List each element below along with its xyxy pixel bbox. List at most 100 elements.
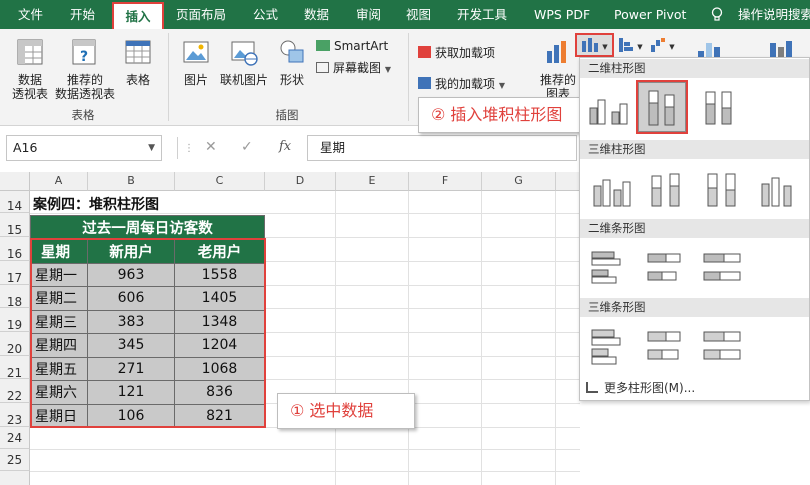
column-header-d[interactable]: D [265,172,336,191]
tell-me-search[interactable]: 操作说明搜索 [738,0,810,29]
smartart-button[interactable]: SmartArt [316,38,388,54]
my-addins-label: 我的加载项 [435,77,496,91]
select-all-corner[interactable] [0,172,30,191]
shapes-button[interactable]: 形状 [274,37,310,87]
picture-label: 图片 [183,73,208,87]
case-title: 案例四：堆积柱形图 [33,197,159,213]
name-box[interactable]: A16 ▼ [6,135,162,161]
row-header-24[interactable]: 24 [0,427,30,449]
smartart-label: SmartArt [334,39,389,53]
cancel-icon[interactable]: ✕ [205,139,217,155]
tab-home[interactable]: 开始 [70,0,95,29]
tab-data[interactable]: 数据 [304,0,329,29]
row-header-14[interactable]: 14 [0,191,30,213]
tab-developer[interactable]: 开发工具 [457,0,507,29]
tab-view[interactable]: 视图 [406,0,431,29]
stacked-bar-icon [647,253,681,281]
tab-power-pivot[interactable]: Power Pivot [614,0,686,29]
percent-stacked-column-icon [705,91,732,125]
shapes-label: 形状 [279,73,304,87]
tab-insert[interactable]: 插入 [112,2,164,29]
clustered-bar-option[interactable] [586,244,634,294]
row-header-21[interactable]: 21 [0,356,30,380]
column-header-b[interactable]: B [88,172,175,191]
formula-value: 星期 [320,140,346,155]
store-icon [418,46,431,58]
waterfall-chart-icon: ▼ [651,38,675,52]
gridline [555,191,556,485]
clustered-column-option[interactable] [586,82,634,132]
row-header-20[interactable]: 20 [0,332,30,356]
percent-stacked-column-option[interactable] [696,82,744,132]
addins-icon [418,77,431,89]
stacked-column-highlight [636,80,688,134]
online-picture-label: 联机图片 [219,73,268,87]
3d-percent-stacked-bar-option[interactable] [698,322,746,372]
column-header-g[interactable]: G [482,172,556,191]
table-group-label: 表格 [71,108,95,122]
column-header-partial[interactable] [556,172,580,191]
percent-stacked-bar-icon [703,253,741,281]
section-2d-bar: 二维条形图 [580,219,809,238]
recommended-charts-button[interactable]: 推荐的 图表 [536,37,580,101]
3d-percent-stacked-column-option[interactable] [700,164,748,214]
hierarchy-chart-button[interactable]: ▼ [616,35,646,55]
worksheet[interactable]: A B C D E F G 14 15 16 17 18 19 20 21 22… [0,172,580,485]
gridline [408,191,409,485]
column-chart-dropdown: 二维柱形图 三维柱形图 二维条形图 三维条形图 更多柱形图(M)... [579,57,810,401]
row-header-18[interactable]: 18 [0,285,30,309]
tab-review[interactable]: 审阅 [356,0,381,29]
screenshot-icon [316,62,329,73]
insert-function-icon[interactable]: fx [279,139,291,154]
pivot-table-button[interactable]: 数据 透视表 [8,37,52,101]
tab-formulas[interactable]: 公式 [253,0,278,29]
more-column-charts-link[interactable]: 更多柱形图(M)... [586,379,695,396]
3d-clustered-bar-option[interactable] [586,322,634,372]
screenshot-button[interactable]: 屏幕截图 ▼ [316,60,391,78]
enter-icon[interactable]: ✓ [241,139,253,155]
online-picture-button[interactable]: 联机图片 [216,37,272,87]
3d-stacked-bar-option[interactable] [642,322,690,372]
row-header-15[interactable]: 15 [0,213,30,237]
picture-button[interactable]: 图片 [178,37,214,87]
gridline [30,449,580,450]
svg-text:?: ? [80,49,88,65]
3d-column-option[interactable] [756,164,804,214]
column-chart-highlight [575,33,614,57]
tab-file[interactable]: 文件 [18,0,43,29]
recommended-pivot-button[interactable]: ? 推荐的 数据透视表 [54,37,116,101]
row-header-22[interactable]: 22 [0,379,30,403]
row-header-23[interactable]: 23 [0,403,30,427]
column-header-a[interactable]: A [30,172,88,191]
section-3d-column: 三维柱形图 [580,140,809,159]
table-title[interactable]: 过去一周每日访客数 [30,215,265,240]
column-header-f[interactable]: F [409,172,482,191]
row-header-partial[interactable] [0,471,30,485]
name-box-value: A16 [13,140,38,155]
formula-input[interactable]: 星期 [307,135,577,161]
more-column-charts-label: 更多柱形图(M)... [604,381,696,395]
row-header-16[interactable]: 16 [0,237,30,261]
row-header-17[interactable]: 17 [0,261,30,285]
get-addins-button[interactable]: 获取加载项 [418,45,495,61]
table-button[interactable]: 表格 [118,37,158,87]
tab-page-layout[interactable]: 页面布局 [176,0,226,29]
ribbon-separator [408,33,409,121]
waterfall-chart-button[interactable]: ▼ [648,35,678,55]
recommended-pivot-label: 推荐的 数据透视表 [54,73,115,101]
3d-stacked-column-option[interactable] [644,164,692,214]
table-label: 表格 [125,73,150,87]
svg-text:▼: ▼ [637,43,643,51]
my-addins-button[interactable]: 我的加载项 ▼ [418,76,505,94]
3d-clustered-column-option[interactable] [588,164,636,214]
table-icon [125,40,151,64]
tab-wps-pdf[interactable]: WPS PDF [534,0,590,29]
percent-stacked-bar-option[interactable] [698,244,746,294]
stacked-bar-option[interactable] [642,244,690,294]
column-header-c[interactable]: C [175,172,265,191]
row-header-19[interactable]: 19 [0,308,30,332]
row-header-25[interactable]: 25 [0,449,30,471]
3d-stacked-bar-icon [647,331,681,360]
column-header-e[interactable]: E [336,172,409,191]
bar-chart-icon: ▼ [619,38,643,52]
